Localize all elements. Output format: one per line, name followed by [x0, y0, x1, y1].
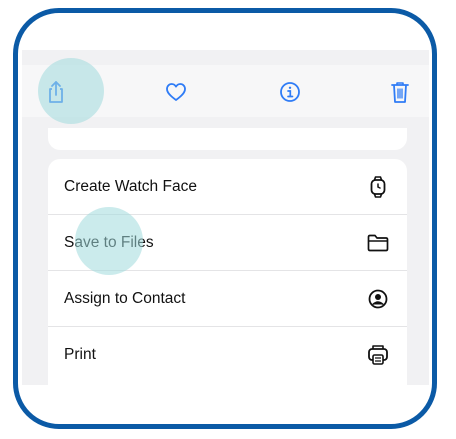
action-group-bottom [48, 128, 407, 150]
photo-actions-screen: Create Watch Face Save to Files Assign t… [22, 50, 429, 385]
watch-icon [367, 176, 389, 198]
folder-icon [367, 232, 389, 254]
action-menu: Create Watch Face Save to Files Assign t… [48, 159, 407, 385]
menu-item-label: Create Watch Face [64, 177, 197, 195]
info-button[interactable] [273, 75, 307, 109]
printer-icon [367, 344, 389, 366]
menu-item-label: Assign to Contact [64, 289, 186, 307]
share-button[interactable] [39, 75, 73, 109]
menu-item-save-to-files[interactable]: Save to Files [48, 215, 407, 271]
photo-toolbar [22, 65, 429, 117]
menu-item-assign-to-contact[interactable]: Assign to Contact [48, 271, 407, 327]
share-icon [49, 81, 63, 103]
delete-button[interactable] [383, 75, 417, 109]
menu-item-label: Print [64, 346, 96, 363]
heart-icon [166, 83, 186, 101]
trash-icon [391, 82, 409, 103]
menu-item-print[interactable]: Print [48, 327, 407, 383]
favorite-button[interactable] [159, 75, 193, 109]
menu-item-create-watch-face[interactable]: Create Watch Face [48, 159, 407, 215]
menu-item-label: Save to Files [64, 233, 154, 251]
person-circle-icon [367, 288, 389, 310]
info-icon [280, 82, 300, 102]
